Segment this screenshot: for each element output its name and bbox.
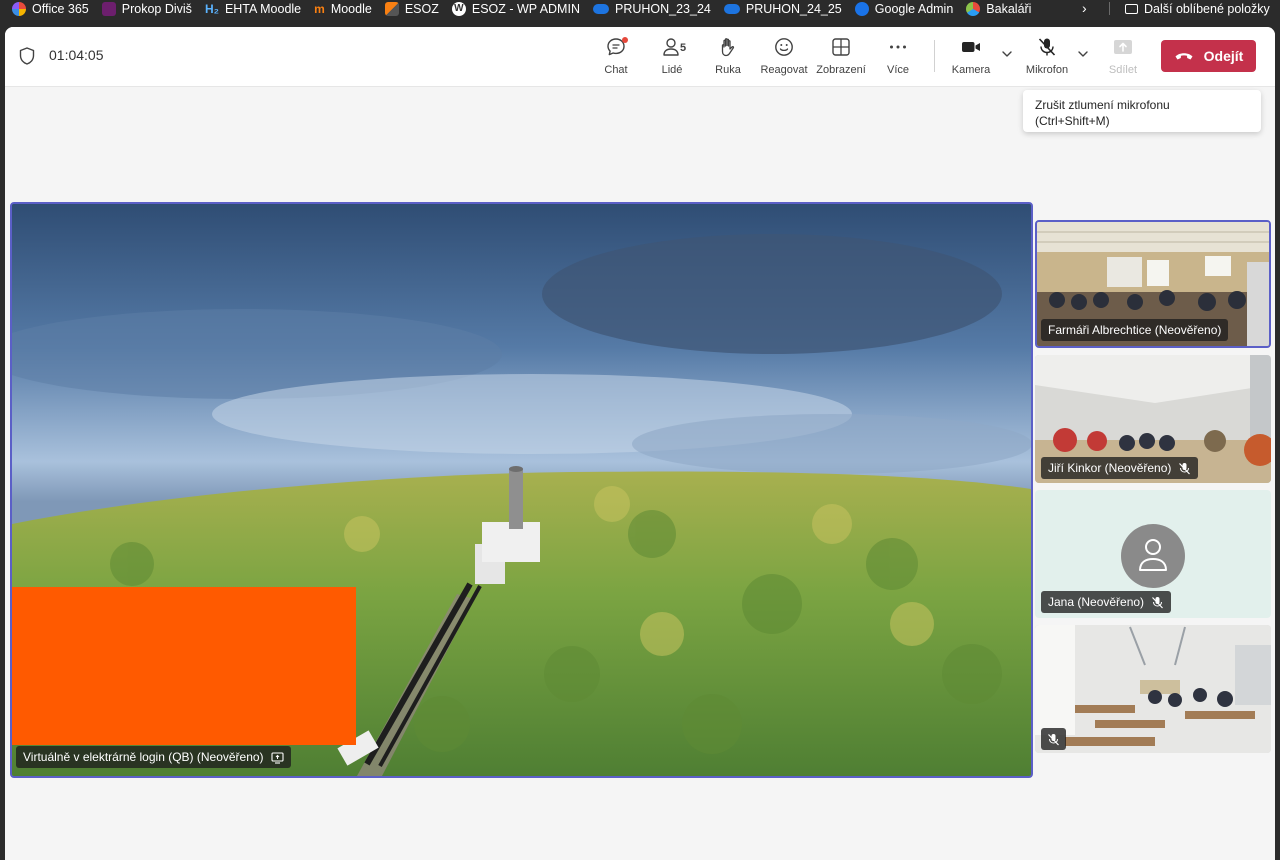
camera-label: Kamera (951, 64, 991, 76)
person-icon (1139, 539, 1167, 571)
folder-label: Další oblíbené položky (1144, 1, 1270, 16)
avatar (1121, 524, 1185, 588)
bookmark-ehta-moodle[interactable]: H₂ EHTA Moodle (205, 2, 301, 16)
participant-tile-classroom[interactable] (1035, 625, 1271, 753)
participant-tile-jana[interactable]: Jana (Neověřeno) (1035, 490, 1271, 618)
bookmark-label: ESOZ (404, 1, 439, 16)
bookmarks-divider (1109, 2, 1110, 15)
redacted-area (12, 587, 356, 745)
view-button[interactable]: Zobrazení (813, 36, 869, 82)
main-video-name-tag: Virtuálně v elektrárně login (QB) (Neově… (16, 746, 291, 768)
google-admin-icon (854, 1, 869, 16)
bookmark-pruhon-23-24[interactable]: PRUHON_23_24 (592, 1, 711, 16)
bookmark-esoz-wp-admin[interactable]: W ESOZ - WP ADMIN (451, 1, 580, 16)
bookmark-label: PRUHON_23_24 (614, 1, 711, 16)
participant-name-tag (1041, 728, 1066, 750)
microphone-muted-icon (1038, 38, 1056, 56)
react-button[interactable]: Reagovat (756, 36, 812, 82)
tooltip-line-2: (Ctrl+Shift+M) (1035, 114, 1110, 128)
wordpress-icon: W (451, 1, 466, 16)
muted-mic-icon (1048, 733, 1059, 745)
microphone-label: Mikrofon (1025, 64, 1069, 76)
onedrive-icon (723, 3, 740, 14)
chat-button[interactable]: Chat (588, 36, 644, 82)
chat-label: Chat (604, 64, 628, 76)
meeting-window: 01:04:05 Chat Lidé 5 Ruka Reagovat Zobra… (5, 27, 1275, 860)
meeting-timer: 01:04:05 (49, 47, 104, 63)
bookmark-label: Moodle (330, 1, 372, 16)
onedrive-icon (592, 3, 609, 14)
moodle-icon: m (314, 1, 325, 16)
bookmark-moodle[interactable]: m Moodle (314, 2, 372, 16)
participant-name-tag: Jana (Neověřeno) (1041, 591, 1172, 613)
main-video-tile[interactable]: Virtuálně v elektrárně login (QB) (Neově… (10, 202, 1033, 778)
bookmarks-overflow-icon[interactable]: › (1082, 0, 1087, 17)
microphone-tooltip: Zrušit ztlumení mikrofonu (Ctrl+Shift+M) (1023, 90, 1261, 132)
share-label: Sdílet (1108, 64, 1138, 76)
participant-name: Farmáři Albrechtice (Neověřeno) (1048, 323, 1222, 337)
leave-label: Odejít (1203, 48, 1244, 64)
view-label: Zobrazení (816, 64, 866, 76)
muted-mic-icon (1152, 596, 1163, 608)
bookmark-label: PRUHON_24_25 (745, 1, 842, 16)
people-count: 5 (680, 42, 687, 54)
classroom-video-image (1035, 625, 1271, 753)
esoz-icon (384, 1, 399, 16)
participant-name: Jiří Kinkor (Neověřeno) (1048, 461, 1172, 475)
bookmarks-bar: Office 365 Prokop Diviš H₂ EHTA Moodle m… (0, 0, 1280, 17)
h2-icon: H₂ (204, 1, 219, 16)
bookmark-google-admin[interactable]: Google Admin (854, 1, 954, 16)
microphone-button[interactable]: Mikrofon (1019, 36, 1075, 82)
other-bookmarks-folder[interactable]: Další oblíbené položky (1125, 0, 1270, 17)
bookmark-bakalari[interactable]: Bakaláři (966, 1, 1032, 16)
tooltip-line-1: Zrušit ztlumení mikrofonu (1035, 98, 1170, 112)
camera-options-chevron-icon[interactable] (1000, 47, 1014, 61)
camera-icon (962, 42, 980, 52)
bookmark-esoz[interactable]: ESOZ (384, 1, 439, 16)
smiley-icon (775, 38, 793, 56)
bookmark-label: Bakaláři (986, 1, 1032, 16)
raise-hand-label: Ruka (715, 64, 741, 76)
meeting-toolbar: 01:04:05 Chat Lidé 5 Ruka Reagovat Zobra… (5, 27, 1275, 87)
people-button[interactable]: Lidé (644, 36, 700, 82)
share-screen-icon (1114, 40, 1132, 54)
participant-name-tag: Farmáři Albrechtice (Neověřeno) (1041, 319, 1229, 341)
bookmark-label: EHTA Moodle (224, 1, 302, 16)
prokop-icon (101, 1, 116, 16)
share-button[interactable]: Sdílet (1095, 36, 1151, 82)
participant-tile-jiri-kinkor[interactable]: Jiří Kinkor (Neověřeno) (1035, 355, 1271, 483)
leave-button[interactable]: Odejít (1161, 40, 1256, 72)
grid-view-icon (832, 38, 850, 56)
camera-button[interactable]: Kamera (943, 36, 999, 82)
office365-icon (12, 1, 26, 16)
hang-up-icon (1175, 53, 1193, 60)
microphone-options-chevron-icon[interactable] (1076, 47, 1090, 61)
shield-icon[interactable] (19, 47, 35, 65)
bakalari-icon (966, 1, 981, 16)
chat-notification-dot (622, 37, 628, 43)
participant-tile-farmari[interactable]: Farmáři Albrechtice (Neověřeno) (1035, 220, 1271, 348)
muted-mic-icon (1179, 462, 1191, 474)
bookmark-label: Office 365 (32, 1, 89, 16)
bookmark-label: Google Admin (874, 1, 954, 16)
bookmark-pruhon-24-25[interactable]: PRUHON_24_25 (723, 1, 842, 16)
bookmark-prokop[interactable]: Prokop Diviš (101, 1, 192, 16)
bookmark-label: Prokop Diviš (121, 1, 192, 16)
more-button[interactable]: Více (870, 36, 926, 82)
bookmark-office365[interactable]: Office 365 (12, 1, 89, 16)
bookmark-label: ESOZ - WP ADMIN (471, 1, 580, 16)
folder-icon (1125, 3, 1138, 14)
participant-name-tag: Jiří Kinkor (Neověřeno) (1041, 457, 1199, 479)
main-video-name: Virtuálně v elektrárně login (QB) (Neově… (23, 750, 264, 764)
screen-share-icon (271, 751, 284, 764)
more-label: Více (886, 64, 909, 76)
more-icon (890, 45, 906, 49)
raise-hand-button[interactable]: Ruka (700, 36, 756, 82)
toolbar-divider (934, 40, 935, 72)
react-label: Reagovat (760, 64, 808, 76)
people-label: Lidé (661, 64, 683, 76)
hand-icon (721, 38, 735, 57)
participant-name: Jana (Neověřeno) (1048, 595, 1145, 609)
